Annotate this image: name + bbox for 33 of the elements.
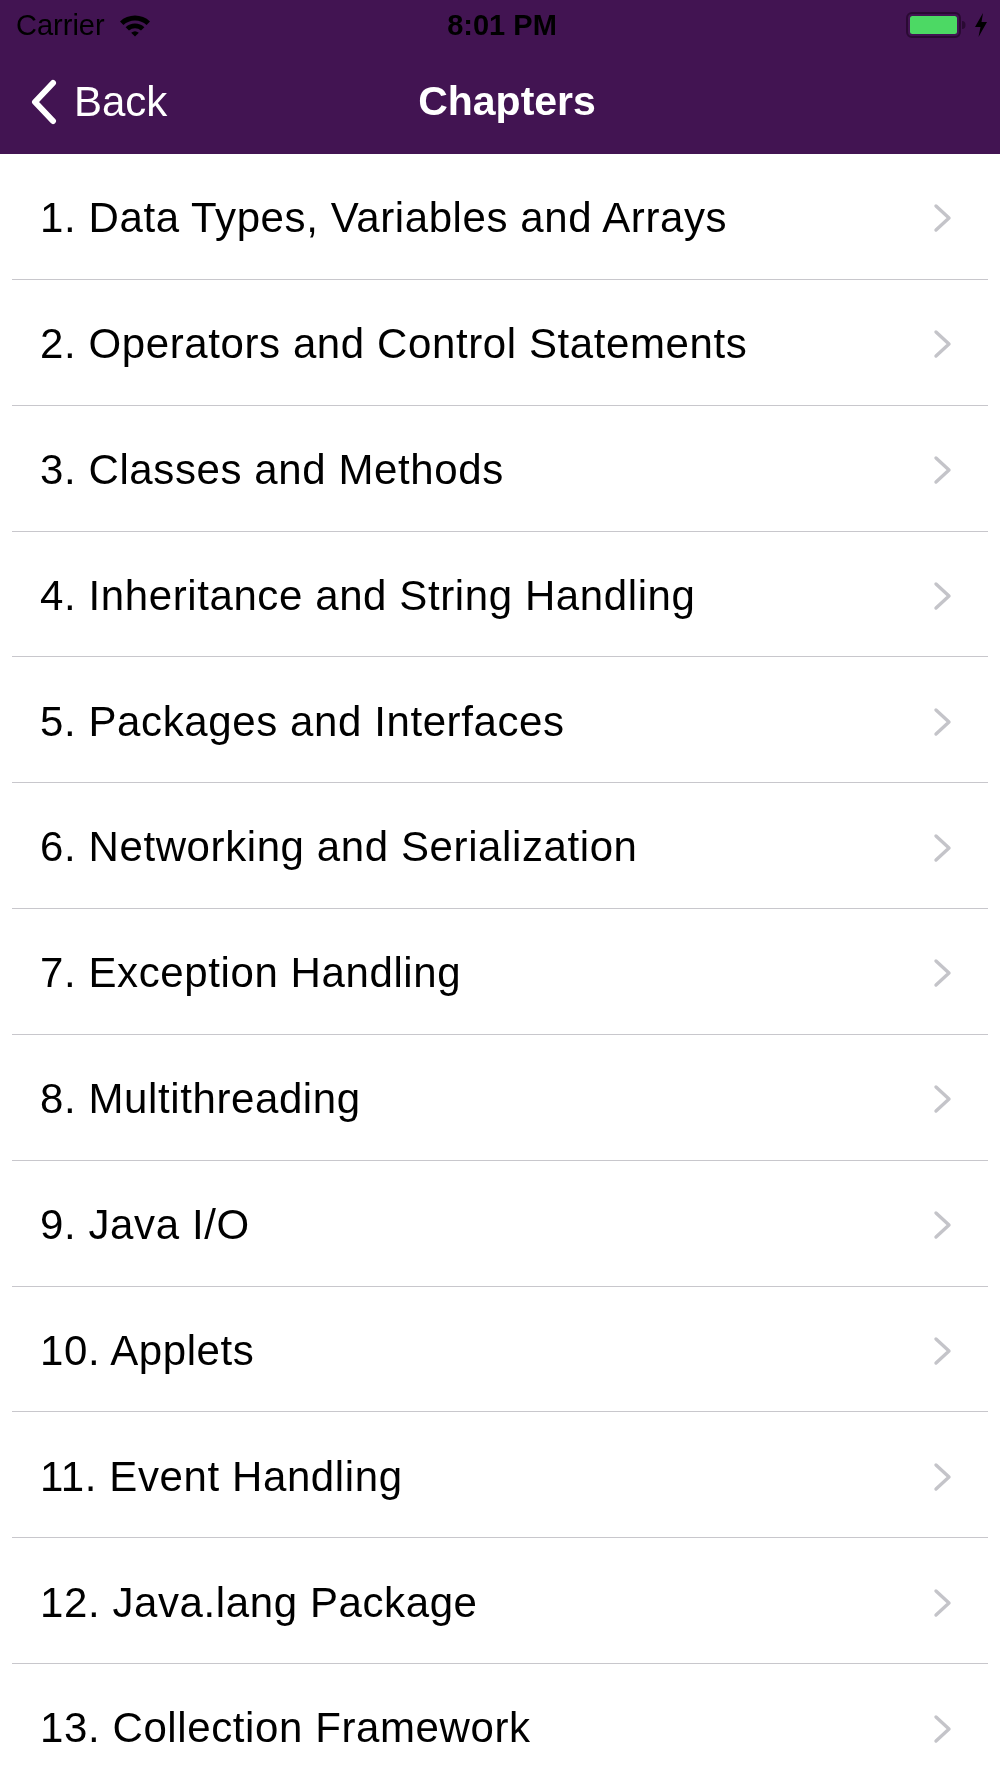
chapter-row[interactable]: 8. Multithreading xyxy=(12,1034,988,1161)
chevron-right-icon xyxy=(933,958,952,989)
chapter-row[interactable]: 7. Exception Handling xyxy=(12,909,988,1035)
chapter-row[interactable]: 2. Operators and Control Statements xyxy=(12,279,988,406)
chapter-row[interactable]: 3. Classes and Methods xyxy=(12,405,988,532)
chevron-right-icon xyxy=(933,1713,952,1744)
chevron-right-icon xyxy=(933,1587,952,1618)
chevron-right-icon xyxy=(933,1336,952,1366)
chevron-right-icon xyxy=(933,706,952,737)
status-time: 8:01 PM xyxy=(447,10,557,40)
chevron-right-icon xyxy=(933,1210,952,1241)
chapter-row[interactable]: 9. Java I/O xyxy=(12,1160,988,1287)
chevron-right-icon xyxy=(933,1084,952,1115)
chevron-right-icon xyxy=(933,203,952,234)
chapter-row[interactable]: 13. Collection Framework xyxy=(12,1664,988,1778)
wifi-icon xyxy=(118,13,151,37)
back-button[interactable]: Back xyxy=(30,78,168,126)
chapter-row[interactable]: 5. Packages and Interfaces xyxy=(12,657,988,784)
chapter-row[interactable]: 12. Java.lang Package xyxy=(12,1538,988,1665)
chevron-right-icon xyxy=(933,580,952,611)
battery-icon xyxy=(906,12,966,38)
chevron-right-icon xyxy=(933,832,952,863)
chapter-row[interactable]: 10. Applets xyxy=(12,1286,988,1413)
chapter-row[interactable]: 1. Data Types, Variables and Arrays xyxy=(12,154,988,280)
carrier-label: Carrier xyxy=(16,10,105,40)
chevron-left-icon xyxy=(30,79,57,125)
chapter-row[interactable]: 11. Event Handling xyxy=(12,1412,988,1539)
chevron-right-icon xyxy=(933,329,952,360)
chevron-right-icon xyxy=(933,1461,952,1492)
nav-title: Chapters xyxy=(418,79,596,125)
chapter-row[interactable]: 4. Inheritance and String Handling xyxy=(12,531,988,658)
chevron-right-icon xyxy=(933,455,952,486)
chapter-row[interactable]: 6. Networking and Serialization xyxy=(12,783,988,910)
